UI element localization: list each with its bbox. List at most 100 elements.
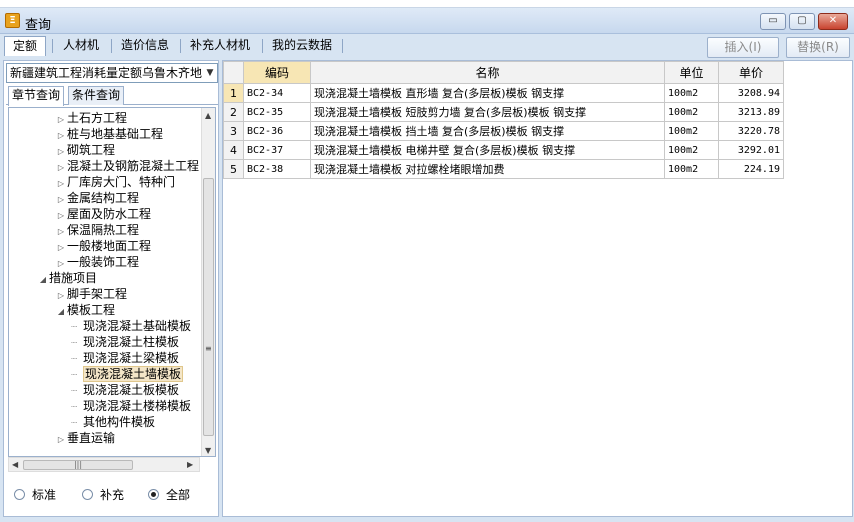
insert-button[interactable]: 插入(I) bbox=[707, 37, 779, 58]
cell-name: 现浇混凝土墙模板 直形墙 复合(多层板)模板 钢支撑 bbox=[310, 83, 665, 103]
tree-item[interactable]: ▷ 土石方工程 bbox=[55, 110, 127, 126]
tree-item[interactable]: ◢ 模板工程 bbox=[55, 302, 115, 318]
tree-horizontal-scrollbar[interactable]: ◀ ||| ▶ bbox=[8, 457, 200, 472]
table-row[interactable]: 5 BC2-38 现浇混凝土墙模板 对拉螺栓堵眼增加费 100m2 224.19 bbox=[223, 159, 784, 179]
scroll-up-icon[interactable]: ▲ bbox=[205, 111, 211, 120]
tree-item[interactable]: ▷ 砌筑工程 bbox=[55, 142, 115, 158]
tree-item[interactable]: ┈ 现浇混凝土基础模板 bbox=[71, 318, 191, 334]
scroll-left-icon[interactable]: ◀ bbox=[12, 460, 18, 469]
tree-item[interactable]: ┈ 其他构件模板 bbox=[71, 414, 155, 430]
cell-unit: 100m2 bbox=[664, 159, 719, 179]
radio-checked-icon bbox=[148, 489, 159, 500]
tab-chapter-query[interactable]: 章节查询 bbox=[8, 86, 65, 106]
tree-item[interactable]: ▷ 脚手架工程 bbox=[55, 286, 127, 302]
tree-item-label: 土石方工程 bbox=[67, 111, 128, 125]
cell-name: 现浇混凝土墙模板 短肢剪力墙 复合(多层板)模板 钢支撑 bbox=[310, 102, 665, 122]
tree-item-label: 砌筑工程 bbox=[67, 143, 116, 157]
cell-code: BC2-34 bbox=[243, 83, 311, 103]
tree-item[interactable]: ┈ 现浇混凝土墙模板 bbox=[71, 366, 184, 382]
tree-item-label: 厂库房大门、特种门 bbox=[67, 175, 176, 189]
collapse-icon[interactable]: ◢ bbox=[37, 272, 49, 288]
minimize-icon: ▭ bbox=[768, 15, 778, 26]
query-mode-tabs: 章节查询 条件查询 bbox=[6, 85, 218, 106]
tree-item-label: 一般楼地面工程 bbox=[67, 239, 152, 253]
header-code[interactable]: 编码 bbox=[243, 61, 311, 84]
tab-separator bbox=[180, 39, 181, 53]
tab-labor-material-machine[interactable]: 人材机 bbox=[55, 36, 107, 56]
quota-library-select[interactable]: 新疆建筑工程消耗量定额乌鲁木齐地 ▼ bbox=[6, 63, 218, 83]
tab-my-cloud-data[interactable]: 我的云数据 bbox=[264, 36, 340, 56]
scroll-right-icon[interactable]: ▶ bbox=[187, 460, 193, 469]
collapse-icon[interactable]: ◢ bbox=[55, 304, 67, 320]
tree-item[interactable]: ▷ 金属结构工程 bbox=[55, 190, 139, 206]
replace-button[interactable]: 替换(R) bbox=[786, 37, 850, 58]
tree-item[interactable]: ◢ 措施项目 bbox=[37, 270, 97, 286]
main-tabs: 定额 人材机 造价信息 补充人材机 我的云数据 插入(I) 替换(R) bbox=[0, 34, 854, 60]
header-price[interactable]: 单价 bbox=[718, 61, 784, 84]
tab-quota[interactable]: 定额 bbox=[4, 36, 47, 56]
cell-code: BC2-36 bbox=[243, 121, 311, 141]
maximize-button[interactable]: ▢ bbox=[789, 13, 815, 30]
table-row[interactable]: 3 BC2-36 现浇混凝土墙模板 挡土墙 复合(多层板)模板 钢支撑 100m2 32… bbox=[223, 121, 784, 141]
cell-price: 3213.89 bbox=[718, 102, 784, 122]
radio-all[interactable]: 全部 bbox=[148, 486, 190, 503]
tree-hscroll-thumb[interactable]: ||| bbox=[23, 460, 133, 470]
tree-item[interactable]: ┈ 现浇混凝土梁模板 bbox=[71, 350, 179, 366]
cell-price: 3208.94 bbox=[718, 83, 784, 103]
tree-item[interactable]: ┈ 现浇混凝土柱模板 bbox=[71, 334, 179, 350]
tree-item[interactable]: ▷ 一般装饰工程 bbox=[55, 254, 139, 270]
tree-item[interactable]: ┈ 现浇混凝土楼梯模板 bbox=[71, 398, 191, 414]
expand-icon[interactable]: ▷ bbox=[55, 432, 67, 448]
row-index: 3 bbox=[223, 121, 244, 141]
tab-condition-query[interactable]: 条件查询 bbox=[68, 86, 125, 105]
header-unit[interactable]: 单位 bbox=[664, 61, 719, 84]
tree-item[interactable]: ▷ 厂库房大门、特种门 bbox=[55, 174, 175, 190]
tab-separator bbox=[342, 39, 343, 53]
tree-item-label: 屋面及防水工程 bbox=[67, 207, 152, 221]
table-row[interactable]: 2 BC2-35 现浇混凝土墙模板 短肢剪力墙 复合(多层板)模板 钢支撑 100m2… bbox=[223, 102, 784, 122]
cell-price: 3220.78 bbox=[718, 121, 784, 141]
tree-item[interactable]: ▷ 保温隔热工程 bbox=[55, 222, 139, 238]
tree-item-label: 措施项目 bbox=[49, 271, 98, 285]
row-index: 1 bbox=[223, 83, 244, 103]
title-bar: Ξ 查询 ▭ ▢ ✕ bbox=[0, 8, 854, 34]
tree-item-label: 金属结构工程 bbox=[67, 191, 140, 205]
radio-standard[interactable]: 标准 bbox=[14, 486, 56, 503]
table-row[interactable]: 1 BC2-34 现浇混凝土墙模板 直形墙 复合(多层板)模板 钢支撑 100m2 32… bbox=[223, 83, 784, 103]
tree-item[interactable]: ▷ 垂直运输 bbox=[55, 430, 115, 446]
cell-name: 现浇混凝土墙模板 对拉螺栓堵眼增加费 bbox=[310, 159, 665, 179]
tree-item[interactable]: ▷ 一般楼地面工程 bbox=[55, 238, 151, 254]
tree-item-label: 保温隔热工程 bbox=[67, 223, 140, 237]
cell-unit: 100m2 bbox=[664, 83, 719, 103]
tree-vertical-scrollbar[interactable]: ▲ ≡ ▼ bbox=[201, 108, 215, 456]
tree-item-label: 模板工程 bbox=[67, 303, 116, 317]
quota-grid: 编码 名称 单位 单价 1 BC2-34 现浇混凝土墙模板 直形墙 复合(多层板)模… bbox=[223, 61, 784, 179]
cell-unit: 100m2 bbox=[664, 121, 719, 141]
query-app-icon: Ξ bbox=[5, 13, 20, 28]
tree-scroll-thumb[interactable] bbox=[203, 178, 214, 436]
row-index: 4 bbox=[223, 140, 244, 160]
radio-supplement[interactable]: 补充 bbox=[82, 486, 124, 503]
tab-cost-info[interactable]: 造价信息 bbox=[113, 36, 177, 56]
tab-separator bbox=[262, 39, 263, 53]
tree-item[interactable]: ▷ 混凝土及钢筋混凝土工程 bbox=[55, 158, 199, 174]
cell-name: 现浇混凝土墙模板 电梯井壁 复合(多层板)模板 钢支撑 bbox=[310, 140, 665, 160]
cell-name: 现浇混凝土墙模板 挡土墙 复合(多层板)模板 钢支撑 bbox=[310, 121, 665, 141]
tab-supplement-lmm[interactable]: 补充人材机 bbox=[182, 36, 258, 56]
cell-price: 3292.01 bbox=[718, 140, 784, 160]
quota-results-panel: 编码 名称 单位 单价 1 BC2-34 现浇混凝土墙模板 直形墙 复合(多层板)模… bbox=[222, 60, 853, 517]
tree-item[interactable]: ┈ 现浇混凝土板模板 bbox=[71, 382, 179, 398]
row-index: 2 bbox=[223, 102, 244, 122]
tree-item[interactable]: ▷ 桩与地基基础工程 bbox=[55, 126, 163, 142]
tab-separator bbox=[52, 39, 53, 53]
header-name[interactable]: 名称 bbox=[310, 61, 665, 84]
tree-item[interactable]: ▷ 屋面及防水工程 bbox=[55, 206, 151, 222]
cell-code: BC2-37 bbox=[243, 140, 311, 160]
chevron-down-icon[interactable]: ▼ bbox=[203, 64, 217, 82]
minimize-button[interactable]: ▭ bbox=[760, 13, 786, 30]
close-button[interactable]: ✕ bbox=[818, 13, 848, 30]
cell-code: BC2-35 bbox=[243, 102, 311, 122]
top-strip bbox=[0, 0, 854, 8]
scroll-down-icon[interactable]: ▼ bbox=[205, 446, 211, 455]
table-row[interactable]: 4 BC2-37 现浇混凝土墙模板 电梯井壁 复合(多层板)模板 钢支撑 100m2 3… bbox=[223, 140, 784, 160]
